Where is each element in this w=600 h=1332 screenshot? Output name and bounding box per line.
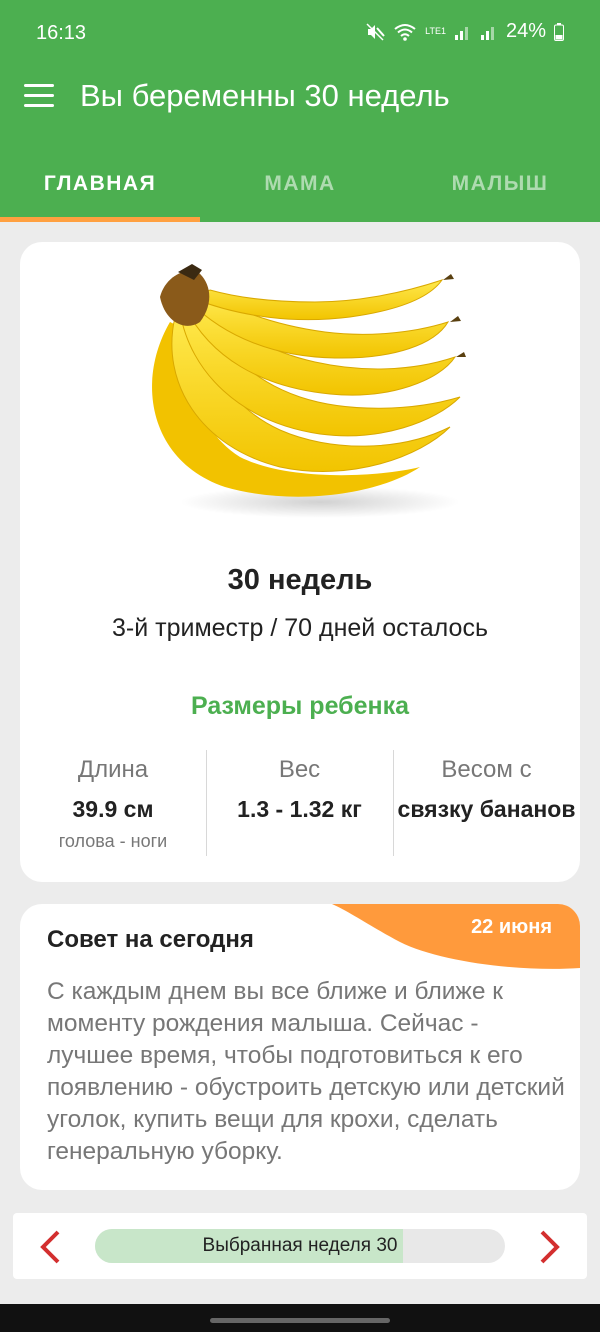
baby-sizes-heading: Размеры ребенка <box>190 692 410 720</box>
hamburger-menu-icon[interactable] <box>24 84 56 110</box>
tip-text: С каждым днем вы все ближе и ближе к мом… <box>47 978 565 1165</box>
stat-weight-label: Вес <box>278 756 321 783</box>
tip-date: 22 июня <box>471 916 552 938</box>
tab-bar: ГЛАВНАЯ МАМА МАЛЫШ <box>0 150 600 222</box>
stat-comparison: Весом с связку бананов <box>393 750 579 856</box>
network-type-label: LTE1 <box>425 26 446 36</box>
baby-size-card: 30 недель 3-й триместр / 70 дней осталос… <box>20 242 580 882</box>
stat-length-note: голова - ноги <box>58 831 168 851</box>
tab-mom[interactable]: МАМА <box>200 150 400 222</box>
chevron-right-icon[interactable] <box>529 1227 569 1267</box>
wifi-icon <box>394 23 416 41</box>
stat-length: Длина 39.9 см голова - ноги <box>20 750 206 856</box>
week-title: 30 недель <box>227 564 373 596</box>
status-time: 16:13 <box>36 22 87 44</box>
stat-length-value: 39.9 см <box>72 796 154 822</box>
tip-title: Совет на сегодня <box>47 926 254 953</box>
stat-comparison-label: Весом с <box>441 756 532 783</box>
battery-icon <box>554 22 564 41</box>
selected-week-label: Выбранная неделя 30 <box>202 1235 398 1256</box>
stat-weight-value: 1.3 - 1.32 кг <box>237 796 362 822</box>
app-bar: 16:13 LTE1 24% Вы беременны 30 недель ГЛ… <box>0 0 600 222</box>
tab-baby[interactable]: МАЛЫШ <box>400 150 600 222</box>
page-title: Вы беременны 30 недель <box>80 78 450 113</box>
chevron-left-icon[interactable] <box>31 1227 71 1267</box>
home-indicator[interactable] <box>210 1318 390 1323</box>
week-progress-bar: Выбранная неделя 30 <box>95 1229 505 1263</box>
baby-stats: Длина 39.9 см голова - ноги Вес 1.3 - 1.… <box>20 750 580 856</box>
week-navigator: Выбранная неделя 30 <box>13 1213 587 1279</box>
signal-icon-2 <box>480 26 494 40</box>
signal-icon-1 <box>454 26 468 40</box>
system-nav-bar <box>0 1304 600 1332</box>
trimester-info: 3-й триместр / 70 дней осталось <box>112 614 488 642</box>
tab-main[interactable]: ГЛАВНАЯ <box>0 150 200 222</box>
stat-length-label: Длина <box>77 756 149 783</box>
stat-comparison-value: связку бананов <box>397 796 576 822</box>
status-icons: LTE1 24% <box>365 20 564 43</box>
daily-tip-card: 22 июня Совет на сегодня С каждым днем в… <box>20 904 580 1190</box>
toolbar: Вы беременны 30 недель <box>0 68 600 128</box>
banana-image <box>130 262 470 522</box>
battery-percent: 24% <box>505 20 546 42</box>
stat-weight: Вес 1.3 - 1.32 кг <box>206 750 392 856</box>
status-bar: 16:13 LTE1 24% <box>0 0 600 68</box>
mute-icon <box>366 22 385 41</box>
